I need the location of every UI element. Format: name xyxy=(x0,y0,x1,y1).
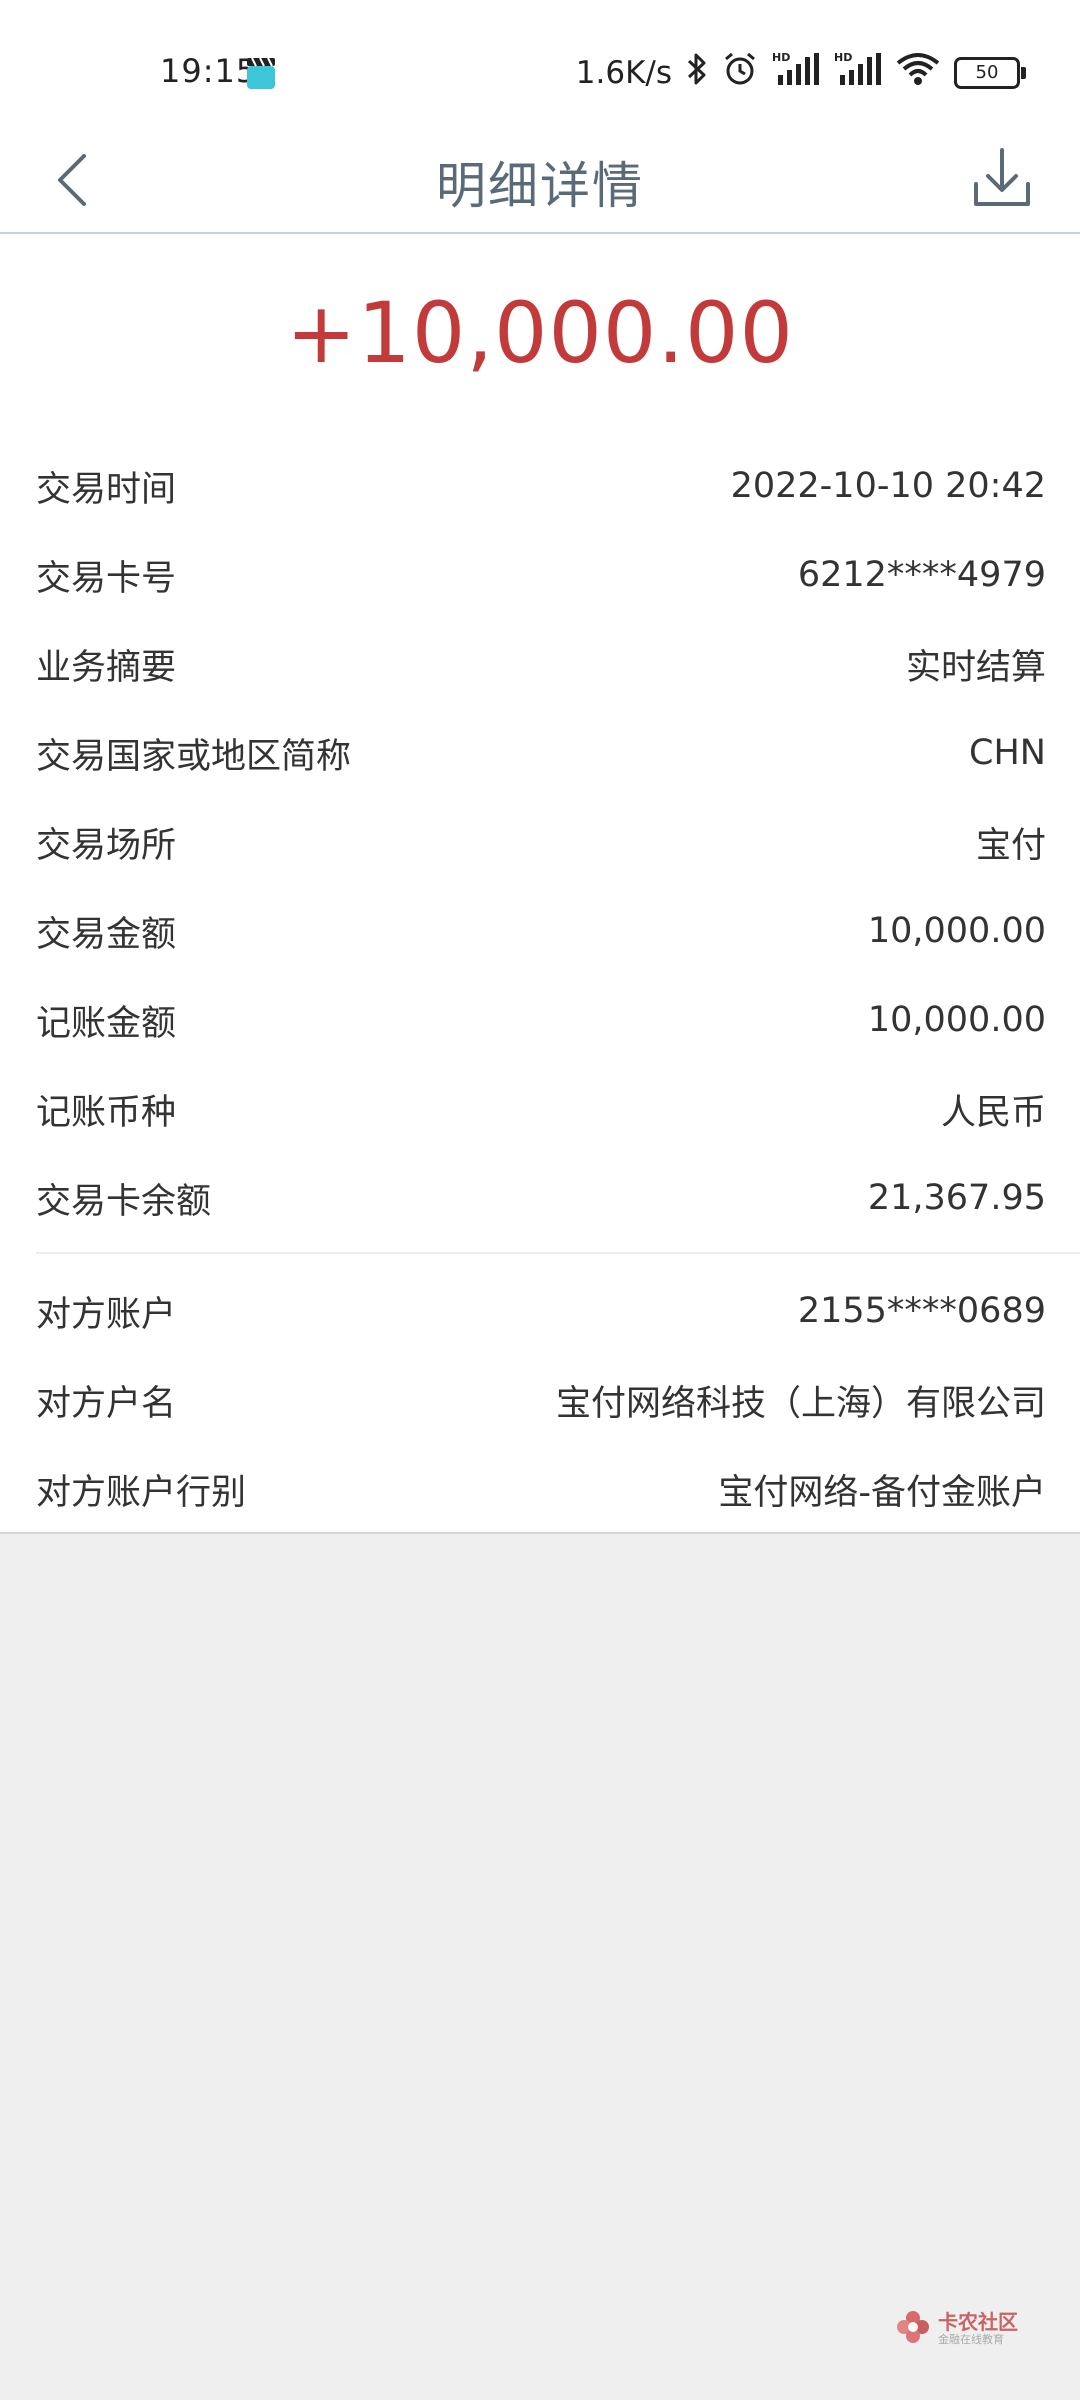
detail-panel: +10,000.00 交易时间 2022-10-10 20:42 交易卡号 62… xyxy=(0,234,1080,1534)
download-button[interactable] xyxy=(962,136,1042,222)
watermark: 卡农社区 金融在线教育 xyxy=(896,2310,1018,2348)
counterparty-row: 对方账户 2155****0689 xyxy=(36,1281,1046,1341)
hd-signal-icon: HD xyxy=(772,51,820,95)
detail-row: 交易场所 宝付 xyxy=(36,812,1046,872)
counterparty-label: 对方账户行别 xyxy=(36,1472,247,1513)
svg-text:HD: HD xyxy=(772,51,790,64)
detail-label: 交易卡余额 xyxy=(36,1181,212,1222)
detail-value: 10,000.00 xyxy=(867,911,1046,951)
wifi-icon xyxy=(896,51,940,95)
detail-label: 交易国家或地区简称 xyxy=(36,736,352,777)
flower-logo-icon xyxy=(896,2310,930,2348)
detail-value: 宝付 xyxy=(975,825,1046,866)
detail-row: 交易金额 10,000.00 xyxy=(36,901,1046,961)
watermark-subtitle: 金融在线教育 xyxy=(938,2333,1004,2346)
battery-level: 50 xyxy=(975,62,999,83)
counterparty-value: 2155****0689 xyxy=(797,1291,1046,1331)
section-divider xyxy=(36,1252,1080,1254)
detail-label: 交易卡号 xyxy=(36,558,177,599)
status-bar: 19:15 1.6K/s HD HD 50 xyxy=(0,0,1080,130)
detail-label: 业务摘要 xyxy=(36,647,177,688)
watermark-text: 卡农社区 金融在线教育 xyxy=(938,2311,1018,2347)
detail-value: 实时结算 xyxy=(905,647,1046,688)
counterparty-label: 对方账户 xyxy=(36,1294,177,1335)
svg-text:HD: HD xyxy=(834,51,852,64)
page-title: 明细详情 xyxy=(436,157,644,215)
detail-label: 交易时间 xyxy=(36,469,177,510)
counterparty-row: 对方户名 宝付网络科技（上海）有限公司 xyxy=(36,1370,1046,1430)
alarm-icon xyxy=(722,51,758,95)
detail-row: 业务摘要 实时结算 xyxy=(36,634,1046,694)
status-time: 19:15 xyxy=(160,52,258,90)
battery-icon: 50 xyxy=(954,57,1026,89)
detail-label: 记账金额 xyxy=(36,1003,177,1044)
detail-label: 记账币种 xyxy=(36,1092,177,1133)
detail-value: 21,367.95 xyxy=(867,1178,1046,1218)
detail-row: 记账币种 人民币 xyxy=(36,1079,1046,1139)
network-speed: 1.6K/s xyxy=(575,55,672,91)
counterparty-row: 对方账户行别 宝付网络-备付金账户 xyxy=(36,1459,1046,1519)
header: 明细详情 xyxy=(0,130,1080,234)
counterparty-value: 宝付网络-备付金账户 xyxy=(718,1472,1046,1513)
bluetooth-icon xyxy=(686,51,708,95)
detail-value: CHN xyxy=(969,733,1046,773)
clapper-icon xyxy=(246,56,276,90)
download-icon xyxy=(962,148,1042,226)
detail-label: 交易金额 xyxy=(36,914,177,955)
watermark-title: 卡农社区 xyxy=(938,2310,1018,2334)
detail-row: 交易卡余额 21,367.95 xyxy=(36,1168,1046,1228)
detail-value: 人民币 xyxy=(940,1092,1046,1133)
detail-value: 6212****4979 xyxy=(797,555,1046,595)
detail-value: 2022-10-10 20:42 xyxy=(730,466,1046,506)
status-icons: 1.6K/s HD HD 50 xyxy=(575,50,1026,96)
counterparty-label: 对方户名 xyxy=(36,1383,177,1424)
counterparty-value: 宝付网络科技（上海）有限公司 xyxy=(555,1383,1046,1424)
detail-row: 交易时间 2022-10-10 20:42 xyxy=(36,456,1046,516)
detail-row: 交易卡号 6212****4979 xyxy=(36,545,1046,605)
detail-value: 10,000.00 xyxy=(867,1000,1046,1040)
detail-row: 记账金额 10,000.00 xyxy=(36,990,1046,1050)
detail-row: 交易国家或地区简称 CHN xyxy=(36,723,1046,783)
transaction-amount: +10,000.00 xyxy=(286,284,794,382)
hd-signal-icon: HD xyxy=(834,51,882,95)
detail-label: 交易场所 xyxy=(36,825,177,866)
